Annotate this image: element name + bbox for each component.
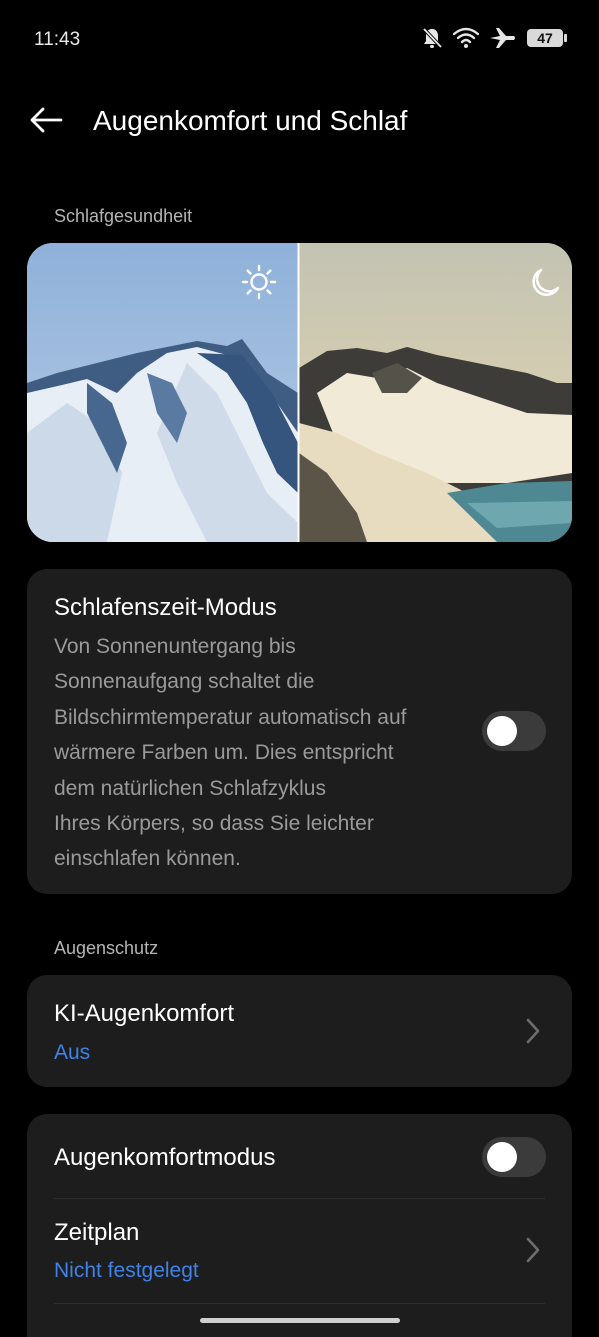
moon-icon: [527, 266, 561, 305]
ai-eye-comfort-title: KI-Augenkomfort: [54, 1000, 235, 1027]
description-line: Ihres Körpers, so dass Sie leichter: [54, 812, 374, 836]
home-indicator[interactable]: [200, 1318, 400, 1323]
page-title: Augenkomfort und Schlaf: [93, 105, 408, 136]
schedule-status: Nicht festgelegt: [54, 1259, 199, 1282]
day-night-preview-image: [27, 243, 572, 542]
status-bar: 11:43 47: [0, 0, 599, 80]
back-button[interactable]: [26, 104, 66, 140]
bedtime-mode-description: Von Sonnenuntergang bis Sonnenaufgang sc…: [54, 629, 474, 877]
row-divider: [54, 1303, 545, 1304]
sun-icon: [241, 264, 277, 305]
toggle-knob: [487, 1142, 517, 1172]
eye-comfort-mode-toggle[interactable]: [482, 1137, 546, 1177]
chevron-right-icon: [523, 1016, 543, 1046]
bedtime-mode-card[interactable]: Schlafenszeit-Modus Von Sonnenuntergang …: [27, 569, 572, 894]
bell-off-icon: [421, 26, 443, 50]
description-line: Bildschirmtemperatur automatisch auf: [54, 705, 407, 729]
toggle-knob: [487, 716, 517, 746]
schedule-row[interactable]: Zeitplan Nicht festgelegt: [27, 1199, 572, 1303]
app-header: Augenkomfort und Schlaf: [0, 96, 599, 148]
bedtime-mode-title: Schlafenszeit-Modus: [54, 594, 277, 621]
section-label-sleep-health: Schlafgesundheit: [54, 206, 193, 226]
status-time: 11:43: [34, 29, 81, 50]
description-line: Sonnenaufgang schaltet die: [54, 670, 315, 694]
section-label-eye-protection: Augenschutz: [54, 938, 159, 958]
chevron-right-icon: [523, 1235, 543, 1265]
arrow-left-icon: [29, 107, 63, 138]
description-line: wärmere Farben um. Dies entspricht: [54, 741, 394, 765]
ai-eye-comfort-card[interactable]: KI-Augenkomfort Aus: [27, 975, 572, 1087]
description-line: Von Sonnenuntergang bis: [54, 635, 296, 658]
schedule-title: Zeitplan: [54, 1219, 140, 1246]
description-line: dem natürlichen Schlafzyklus: [54, 776, 326, 800]
description-line: einschlafen können.: [54, 847, 241, 871]
wifi-icon: [453, 27, 479, 49]
ai-eye-comfort-status: Aus: [54, 1041, 91, 1064]
airplane-icon: [489, 26, 517, 50]
bedtime-mode-toggle[interactable]: [482, 711, 546, 751]
status-icons: 47: [421, 26, 567, 50]
eye-comfort-mode-title: Augenkomfortmodus: [54, 1144, 276, 1171]
eye-comfort-mode-card: Augenkomfortmodus Zeitplan Nicht festgel…: [27, 1114, 572, 1337]
battery-icon: 47: [527, 29, 567, 47]
eye-comfort-mode-row[interactable]: Augenkomfortmodus: [27, 1114, 572, 1198]
